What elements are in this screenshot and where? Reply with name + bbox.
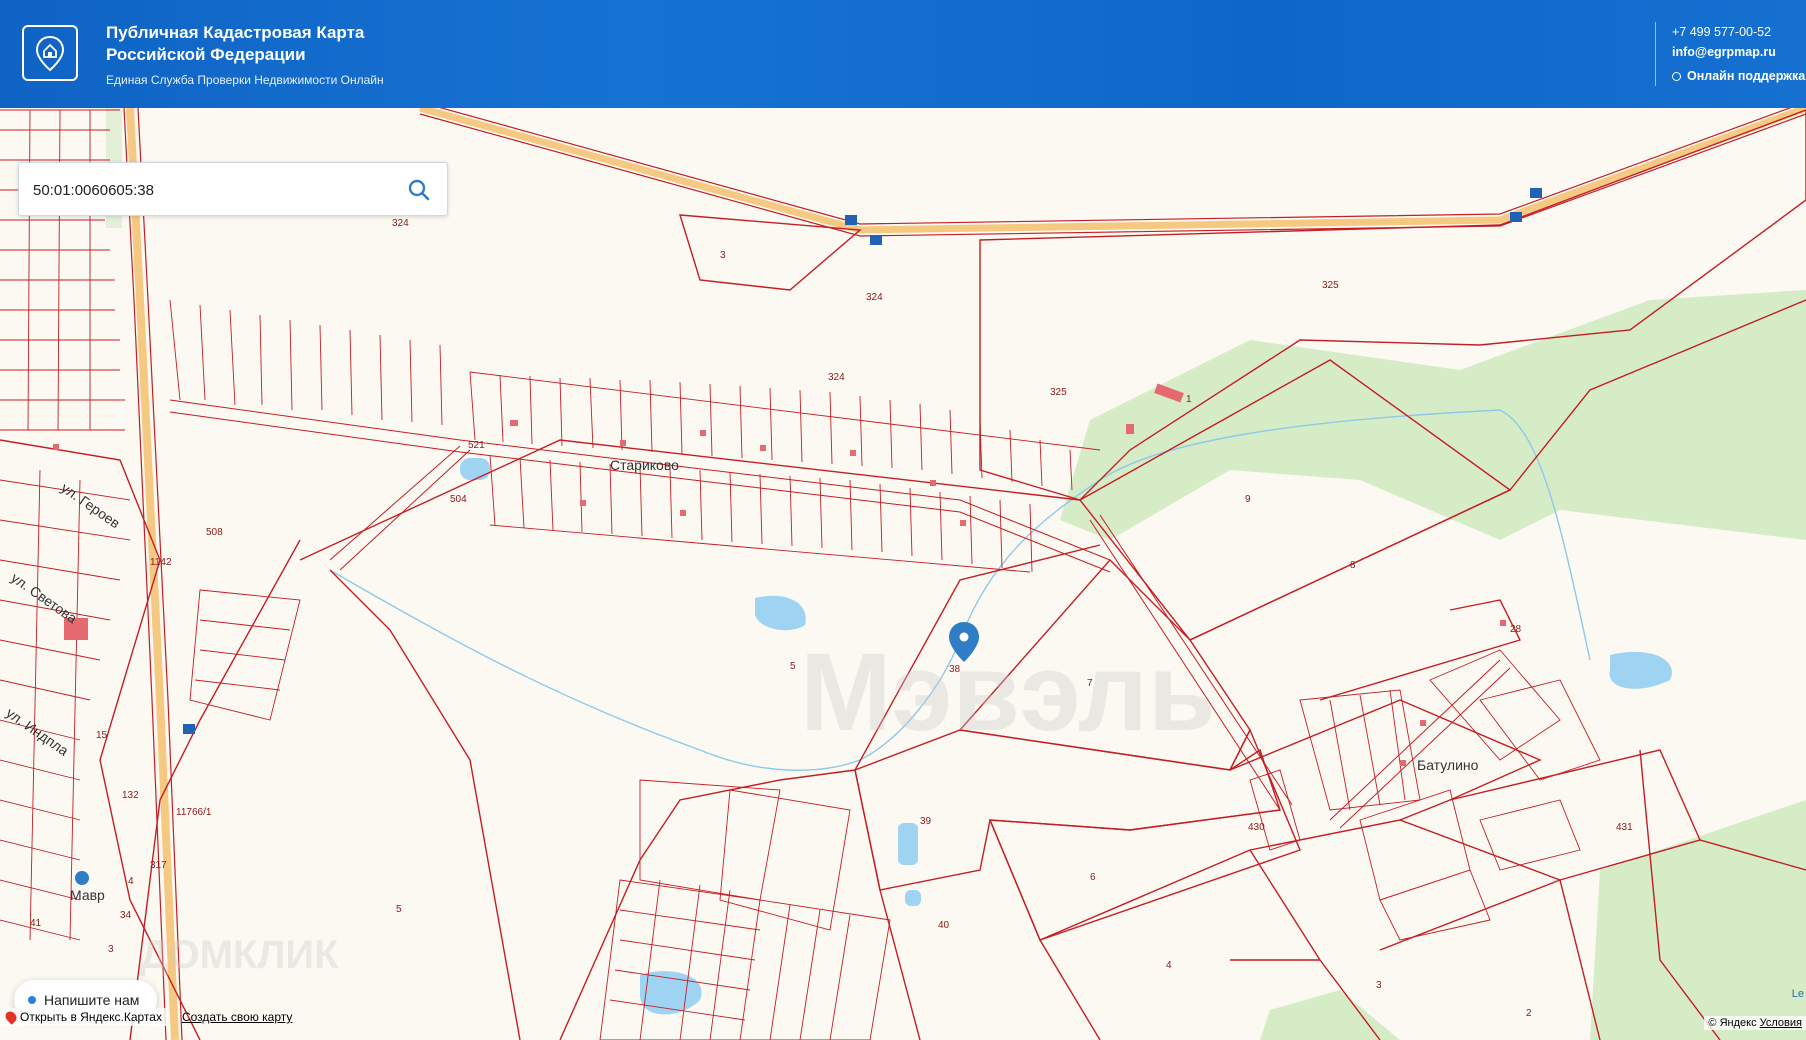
leaflet-corner-link[interactable]: Le xyxy=(1792,988,1804,1000)
parcel-number: 40 xyxy=(938,920,950,931)
parcel-number: 508 xyxy=(206,527,223,538)
pond-40 xyxy=(905,890,921,906)
parcel-number: 324 xyxy=(828,372,845,383)
online-support-label: Онлайн поддержка xyxy=(1687,69,1806,83)
pond-village xyxy=(460,458,490,480)
parcel-number: 325 xyxy=(1050,387,1067,398)
cadastral-number-input[interactable] xyxy=(31,177,395,203)
parcel-number: 41 xyxy=(30,918,42,929)
cadastral-search-box xyxy=(18,162,448,216)
chat-bubble-icon xyxy=(1672,71,1681,81)
parcel-number: 3 xyxy=(720,250,726,261)
marker-parcel-number: 38 xyxy=(949,664,961,675)
parcel-number: 521 xyxy=(468,440,485,451)
parcel-number: 11766/1 xyxy=(176,807,212,818)
open-in-yandex-label: Открыть в Яндекс.Картах xyxy=(20,1010,162,1024)
map-canvas[interactable]: 324 325 3 324 324 325 1 9 8 7 5 6 4 3 2 … xyxy=(0,108,1806,1040)
cadastral-map[interactable]: 324 325 3 324 324 325 1 9 8 7 5 6 4 3 2 … xyxy=(0,108,1806,1040)
street-label: ул. Светова xyxy=(8,569,80,626)
chat-label: Напишите нам xyxy=(44,992,140,1008)
parcel-number: 132 xyxy=(122,790,139,801)
site-title-line2: Российской Федерации xyxy=(106,45,306,64)
yandex-map-footer: Открыть в Яндекс.Картах Создать свою кар… xyxy=(0,1008,292,1026)
parcel-number: 8 xyxy=(1350,560,1356,571)
site-title: Публичная Кадастровая Карта Российской Ф… xyxy=(106,22,364,66)
yandex-pin-icon xyxy=(3,1009,19,1025)
parcel-number: 3 xyxy=(108,944,114,955)
parcel-number: 28 xyxy=(1510,624,1522,635)
parcel-number: 6 xyxy=(1090,872,1096,883)
place-label-mavr: Мавр xyxy=(70,887,105,903)
parcel-number: 15 xyxy=(96,730,108,741)
parcel-number: 9 xyxy=(1245,494,1251,505)
parcel-number: 4 xyxy=(1166,960,1172,971)
forest-area-small xyxy=(1260,990,1400,1040)
online-status-icon xyxy=(28,996,36,1004)
site-subtitle: Единая Служба Проверки Недвижимости Онла… xyxy=(106,73,384,87)
street-label: ул. Героев xyxy=(58,479,123,531)
create-map-link[interactable]: Создать свою карту xyxy=(182,1010,292,1024)
email-link[interactable]: info@egrpmap.ru xyxy=(1672,42,1805,62)
place-label-starikovo: Стариково xyxy=(610,457,679,473)
parcel-number: 1 xyxy=(1186,394,1192,405)
parcel-number: 324 xyxy=(392,218,409,229)
search-icon[interactable] xyxy=(407,178,431,202)
pond-east xyxy=(1609,651,1672,689)
online-support-link[interactable]: Онлайн поддержка xyxy=(1672,66,1805,86)
pond xyxy=(755,595,806,631)
parcel-number: 4 xyxy=(128,876,134,887)
parcel-number: 5 xyxy=(396,904,402,915)
parcel-number: 5 xyxy=(790,661,796,672)
parcel-number: 431 xyxy=(1616,822,1633,833)
parcel-number: 430 xyxy=(1248,822,1265,833)
parcel-number: 3 xyxy=(1376,980,1382,991)
highway-west xyxy=(126,108,179,1040)
highway-north xyxy=(419,108,1806,234)
watermark: Мэвэль xyxy=(800,631,1216,754)
forest-area xyxy=(1060,290,1806,540)
open-in-yandex-link[interactable]: Открыть в Яндекс.Картах xyxy=(0,1008,168,1026)
terms-link[interactable]: Условия xyxy=(1760,1017,1802,1029)
pond-south xyxy=(640,971,702,1015)
watermark: ДОМКЛИК xyxy=(140,933,339,977)
site-header: Публичная Кадастровая Карта Российской Ф… xyxy=(0,0,1806,108)
parcel-number: 39 xyxy=(920,816,932,827)
parcel-number: 324 xyxy=(866,292,883,303)
pond-39 xyxy=(898,823,918,865)
copyright-label: © Яндекс xyxy=(1708,1017,1757,1029)
place-label-batulino: Батулино xyxy=(1417,757,1479,773)
parcel-number: 504 xyxy=(450,494,467,505)
village-lots xyxy=(0,109,1601,1040)
parcel-number: 2 xyxy=(1526,1008,1532,1019)
contacts: +7 499 577-00-52 info@egrpmap.ru Онлайн … xyxy=(1672,22,1805,86)
parcel-numbers: 324 325 3 324 324 325 1 9 8 7 5 6 4 3 2 … xyxy=(30,218,1633,1019)
parcel-boundaries xyxy=(0,109,1806,1040)
site-title-line1: Публичная Кадастровая Карта xyxy=(106,23,365,42)
home-location-logo-icon[interactable] xyxy=(22,25,78,81)
parcel-number: 34 xyxy=(120,910,132,921)
parcel-number: 1142 xyxy=(150,557,172,568)
street-label: ул. Индпла xyxy=(3,704,71,759)
parcel-number: 325 xyxy=(1322,280,1339,291)
parcel-number: 317 xyxy=(150,860,167,871)
header-divider xyxy=(1655,22,1656,86)
phone-link[interactable]: +7 499 577-00-52 xyxy=(1672,22,1805,42)
yandex-copyright: © Яндекс Условия xyxy=(1704,1016,1806,1030)
